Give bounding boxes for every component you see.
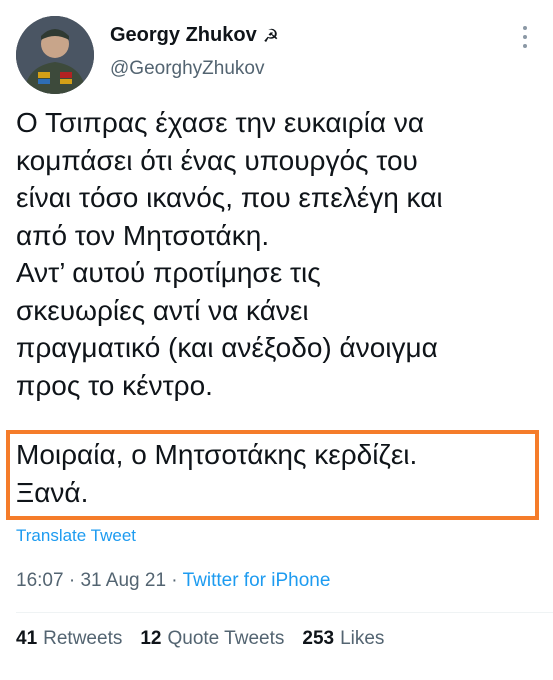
retweets-count: 41 bbox=[16, 628, 38, 649]
translate-tweet-link[interactable]: Translate Tweet bbox=[16, 526, 136, 546]
avatar-image bbox=[16, 16, 94, 94]
tweet-line: Ξανά. bbox=[16, 476, 89, 508]
tweet-line: Μοιραία, ο Μητσοτάκης κερδίζει. bbox=[16, 439, 418, 470]
divider bbox=[16, 612, 553, 613]
more-options-icon[interactable] bbox=[515, 26, 535, 52]
tweet-meta: 16:07 · 31 Aug 21 · Twitter for iPhone bbox=[16, 570, 330, 592]
avatar[interactable] bbox=[16, 16, 94, 94]
tweet-source-link[interactable]: Twitter for iPhone bbox=[183, 570, 331, 591]
likes-stat[interactable]: 253 Likes bbox=[302, 628, 384, 650]
tweet-text: Ο Τσιπρας έχασε την ευκαιρία να κομπάσει… bbox=[16, 104, 541, 404]
retweets-label: Retweets bbox=[43, 628, 123, 649]
likes-label: Likes bbox=[340, 628, 385, 649]
tweet-line: Αντ’ αυτού προτίμησε τις bbox=[16, 257, 321, 288]
meta-separator: · bbox=[166, 570, 183, 591]
tweet-line: προς το κέντρο. bbox=[16, 369, 213, 401]
tweet-line: σκευωρίες αντί να κάνει bbox=[16, 294, 309, 326]
tweet-header: Georgy Zhukov ☭ @GeorghyZhukov bbox=[0, 0, 553, 110]
tweet-line: Ο Τσιπρας έχασε την ευκαιρία να bbox=[16, 107, 425, 138]
retweets-stat[interactable]: 41 Retweets bbox=[16, 628, 122, 650]
display-name[interactable]: Georgy Zhukov bbox=[110, 24, 257, 47]
tweet-stats: 41 Retweets 12 Quote Tweets 253 Likes bbox=[16, 628, 384, 650]
meta-separator: · bbox=[63, 570, 81, 591]
tweet-date[interactable]: 31 Aug 21 bbox=[80, 570, 166, 591]
tweet-time[interactable]: 16:07 bbox=[16, 570, 64, 591]
quote-tweets-label: Quote Tweets bbox=[167, 628, 285, 649]
likes-count: 253 bbox=[302, 628, 335, 649]
highlighted-text: Μοιραία, ο Μητσοτάκης κερδίζει. Ξανά. bbox=[16, 436, 536, 511]
tweet-line: πραγματικό (και ανέξοδο) άνοιγμα bbox=[16, 332, 438, 363]
tweet-line: είναι τόσο ικανός, που επελέγη και bbox=[16, 182, 443, 213]
tweet-line: κομπάσει ότι ένας υπουργός του bbox=[16, 144, 418, 176]
user-name-row[interactable]: Georgy Zhukov ☭ bbox=[110, 24, 279, 47]
hammer-and-sickle-icon: ☭ bbox=[262, 25, 279, 46]
quote-tweets-stat[interactable]: 12 Quote Tweets bbox=[140, 628, 284, 650]
tweet-line: από τον Μητσοτάκη. bbox=[16, 219, 270, 251]
user-handle[interactable]: @GeorghyZhukov bbox=[110, 58, 264, 80]
quote-tweets-count: 12 bbox=[140, 628, 162, 649]
